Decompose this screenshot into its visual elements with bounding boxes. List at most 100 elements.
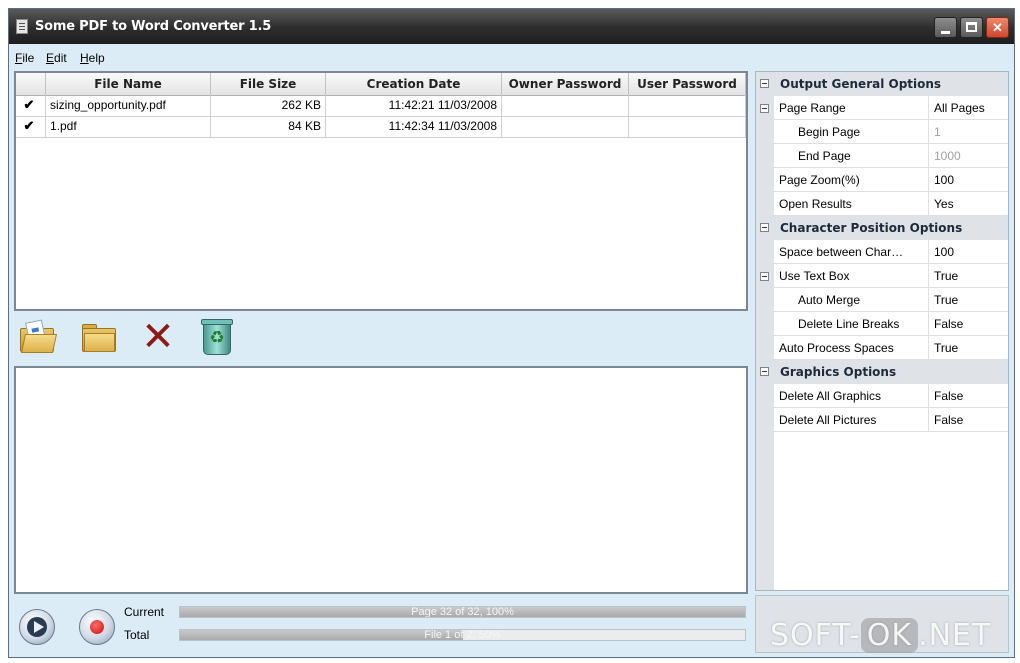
collapse-icon[interactable]: [760, 223, 769, 232]
menu-file[interactable]: File: [15, 51, 34, 65]
progress-area: Current Page 32 of 32, 100% Total File 1…: [9, 599, 754, 657]
collapse-icon[interactable]: [760, 104, 769, 113]
property-use-text-box[interactable]: Use Text Box True: [756, 264, 1008, 288]
user-password-cell[interactable]: [629, 116, 746, 137]
property-begin-page[interactable]: Begin Page 1: [756, 120, 1008, 144]
current-progress-bar: Page 32 of 32, 100%: [179, 606, 746, 618]
property-value[interactable]: False: [929, 384, 1008, 408]
column-header-owner-password[interactable]: Owner Password: [502, 73, 629, 95]
current-label: Current: [124, 605, 165, 619]
owner-password-cell[interactable]: [502, 95, 629, 116]
column-header-check[interactable]: [16, 73, 46, 95]
property-name: End Page: [774, 144, 929, 168]
property-page-zoom[interactable]: Page Zoom(%) 100: [756, 168, 1008, 192]
log-panel[interactable]: [14, 366, 748, 594]
checkmark-icon[interactable]: ✔: [22, 98, 36, 112]
watermark: SOFT- OK .NET: [770, 618, 991, 653]
recycle-icon: ♻: [209, 328, 225, 348]
property-value[interactable]: False: [929, 312, 1008, 336]
creation-date-cell: 11:42:21 11/03/2008: [326, 95, 502, 116]
property-name: Auto Merge: [774, 288, 929, 312]
column-header-file-size[interactable]: File Size: [211, 73, 326, 95]
column-header-user-password[interactable]: User Password: [629, 73, 746, 95]
total-progress-bar: File 1 of 2, 50%: [179, 629, 746, 641]
file-row[interactable]: ✔ sizing_opportunity.pdf 262 KB 11:42:21…: [16, 95, 746, 117]
watermark-right: .NET: [918, 618, 992, 653]
file-name-cell: sizing_opportunity.pdf: [46, 95, 211, 116]
property-name: Page Range: [774, 96, 929, 120]
delete-icon: ✕: [141, 314, 175, 360]
user-password-cell[interactable]: [629, 95, 746, 116]
app-window: Some PDF to Word Converter 1.5 ✕ File Ed…: [8, 8, 1015, 658]
close-icon: ✕: [992, 20, 1003, 35]
property-value[interactable]: 100: [929, 240, 1008, 264]
category-label: Graphics Options: [780, 365, 897, 379]
file-row[interactable]: ✔ 1.pdf 84 KB 11:42:34 11/03/2008: [16, 116, 746, 138]
recycle-bin-icon: ♻: [201, 319, 233, 355]
maximize-button[interactable]: [960, 17, 983, 38]
column-header-file-name[interactable]: File Name: [46, 73, 211, 95]
creation-date-cell: 11:42:34 11/03/2008: [326, 116, 502, 137]
owner-password-cell[interactable]: [502, 116, 629, 137]
collapse-icon[interactable]: [760, 367, 769, 376]
file-size-cell: 262 KB: [211, 95, 326, 116]
watermark-ok: OK: [860, 618, 919, 653]
options-property-grid[interactable]: Output General Options Page Range All Pa…: [755, 71, 1009, 591]
row-checkbox[interactable]: ✔: [16, 116, 46, 137]
property-name: Use Text Box: [774, 264, 929, 288]
maximize-icon: [966, 22, 977, 32]
menu-bar: File Edit Help: [9, 45, 1014, 69]
play-triangle: [34, 621, 44, 633]
add-folder-button[interactable]: [79, 319, 119, 359]
property-value[interactable]: 1000: [929, 144, 1008, 168]
minimize-button[interactable]: [934, 17, 957, 38]
property-name: Delete All Graphics: [774, 384, 929, 408]
column-header-creation-date[interactable]: Creation Date: [326, 73, 502, 95]
property-open-results[interactable]: Open Results Yes: [756, 192, 1008, 216]
property-name: Delete Line Breaks: [774, 312, 929, 336]
property-page-range[interactable]: Page Range All Pages: [756, 96, 1008, 120]
collapse-icon[interactable]: [760, 272, 769, 281]
start-button[interactable]: [19, 609, 55, 645]
collapse-icon[interactable]: [760, 79, 769, 88]
stop-button[interactable]: [79, 609, 115, 645]
file-list[interactable]: File Name File Size Creation Date Owner …: [14, 71, 748, 311]
category-character-position[interactable]: Character Position Options: [756, 216, 1008, 240]
property-value[interactable]: All Pages: [929, 96, 1008, 120]
property-value[interactable]: True: [929, 264, 1008, 288]
property-space-between-chars[interactable]: Space between Char… 100: [756, 240, 1008, 264]
delete-button[interactable]: ✕: [136, 314, 176, 360]
folder-front: [84, 333, 115, 352]
property-end-page[interactable]: End Page 1000: [756, 144, 1008, 168]
category-output-general[interactable]: Output General Options: [756, 72, 1008, 96]
property-value[interactable]: True: [929, 288, 1008, 312]
property-delete-all-graphics[interactable]: Delete All Graphics False: [756, 384, 1008, 408]
close-button[interactable]: ✕: [986, 17, 1009, 38]
clear-list-button[interactable]: ♻: [195, 319, 235, 359]
property-delete-line-breaks[interactable]: Delete Line Breaks False: [756, 312, 1008, 336]
category-label: Output General Options: [780, 77, 942, 91]
file-list-header: File Name File Size Creation Date Owner …: [16, 73, 746, 96]
row-checkbox[interactable]: ✔: [16, 95, 46, 116]
category-graphics[interactable]: Graphics Options: [756, 360, 1008, 384]
property-value[interactable]: True: [929, 336, 1008, 360]
property-delete-all-pictures[interactable]: Delete All Pictures False: [756, 408, 1008, 432]
open-file-button[interactable]: [17, 319, 58, 359]
property-name: Space between Char…: [774, 240, 929, 264]
property-auto-merge[interactable]: Auto Merge True: [756, 288, 1008, 312]
title-bar[interactable]: Some PDF to Word Converter 1.5 ✕: [9, 9, 1014, 44]
property-value[interactable]: 100: [929, 168, 1008, 192]
property-name: Open Results: [774, 192, 929, 216]
property-value[interactable]: 1: [929, 120, 1008, 144]
property-name: Delete All Pictures: [774, 408, 929, 432]
property-value[interactable]: False: [929, 408, 1008, 432]
record-icon: [90, 620, 104, 634]
menu-edit[interactable]: Edit: [46, 51, 67, 65]
property-auto-process-spaces[interactable]: Auto Process Spaces True: [756, 336, 1008, 360]
property-value[interactable]: Yes: [929, 192, 1008, 216]
window-title: Some PDF to Word Converter 1.5: [35, 19, 272, 34]
menu-help[interactable]: Help: [80, 51, 105, 65]
current-progress-text: Page 32 of 32, 100%: [411, 606, 514, 618]
checkmark-icon[interactable]: ✔: [22, 119, 36, 133]
minimize-icon: [941, 31, 950, 34]
